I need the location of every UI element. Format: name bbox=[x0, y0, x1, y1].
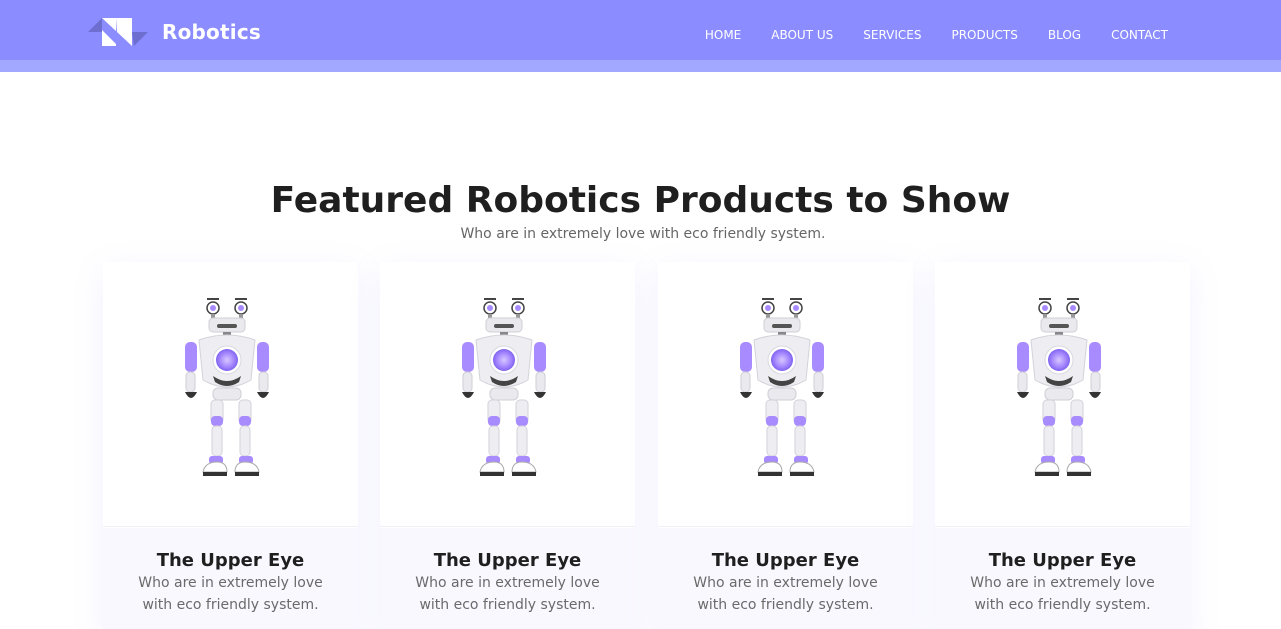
robot-icon bbox=[739, 298, 825, 477]
product-title: The Upper Eye bbox=[711, 550, 860, 571]
header-bar: Robotics HOME ABOUT US SERVICES PRODUCTS… bbox=[0, 0, 1281, 72]
product-card-body: The Upper Eye Who are in extremely love … bbox=[935, 528, 1190, 629]
brand-logo[interactable]: Robotics bbox=[88, 16, 261, 48]
robot-icon bbox=[1016, 298, 1102, 477]
nav-contact[interactable]: CONTACT bbox=[1111, 28, 1168, 42]
product-card[interactable]: The Upper Eye Who are in extremely love … bbox=[380, 262, 635, 629]
product-description: Who are in extremely love with eco frien… bbox=[693, 575, 878, 613]
product-card-body: The Upper Eye Who are in extremely love … bbox=[658, 528, 913, 629]
product-card[interactable]: The Upper Eye Who are in extremely love … bbox=[103, 262, 358, 629]
product-card[interactable]: The Upper Eye Who are in extremely love … bbox=[658, 262, 913, 629]
product-card[interactable]: The Upper Eye Who are in extremely love … bbox=[935, 262, 1190, 629]
nav-about-us[interactable]: ABOUT US bbox=[771, 28, 833, 42]
nav-services[interactable]: SERVICES bbox=[863, 28, 921, 42]
product-description: Who are in extremely love with eco frien… bbox=[970, 575, 1155, 613]
nav-blog[interactable]: BLOG bbox=[1048, 28, 1081, 42]
section-title: Featured Robotics Products to Show bbox=[270, 180, 1011, 221]
product-description: Who are in extremely love with eco frien… bbox=[415, 575, 600, 613]
product-title: The Upper Eye bbox=[156, 550, 305, 571]
main-nav: HOME ABOUT US SERVICES PRODUCTS BLOG CON… bbox=[675, 28, 1168, 42]
product-image bbox=[935, 262, 1190, 527]
brand-name: Robotics bbox=[162, 20, 261, 44]
product-image bbox=[380, 262, 635, 527]
product-title: The Upper Eye bbox=[433, 550, 582, 571]
product-image bbox=[658, 262, 913, 527]
robot-icon bbox=[461, 298, 547, 477]
nav-home[interactable]: HOME bbox=[705, 28, 741, 42]
product-image bbox=[103, 262, 358, 527]
product-card-body: The Upper Eye Who are in extremely love … bbox=[380, 528, 635, 629]
robot-icon bbox=[184, 298, 270, 477]
section-subtitle: Who are in extremely love with eco frien… bbox=[460, 226, 826, 242]
product-title: The Upper Eye bbox=[988, 550, 1137, 571]
product-description: Who are in extremely love with eco frien… bbox=[138, 575, 323, 613]
product-card-body: The Upper Eye Who are in extremely love … bbox=[103, 528, 358, 629]
nav-products[interactable]: PRODUCTS bbox=[951, 28, 1017, 42]
header: Robotics HOME ABOUT US SERVICES PRODUCTS… bbox=[0, 0, 1281, 60]
logo-icon bbox=[88, 18, 148, 46]
